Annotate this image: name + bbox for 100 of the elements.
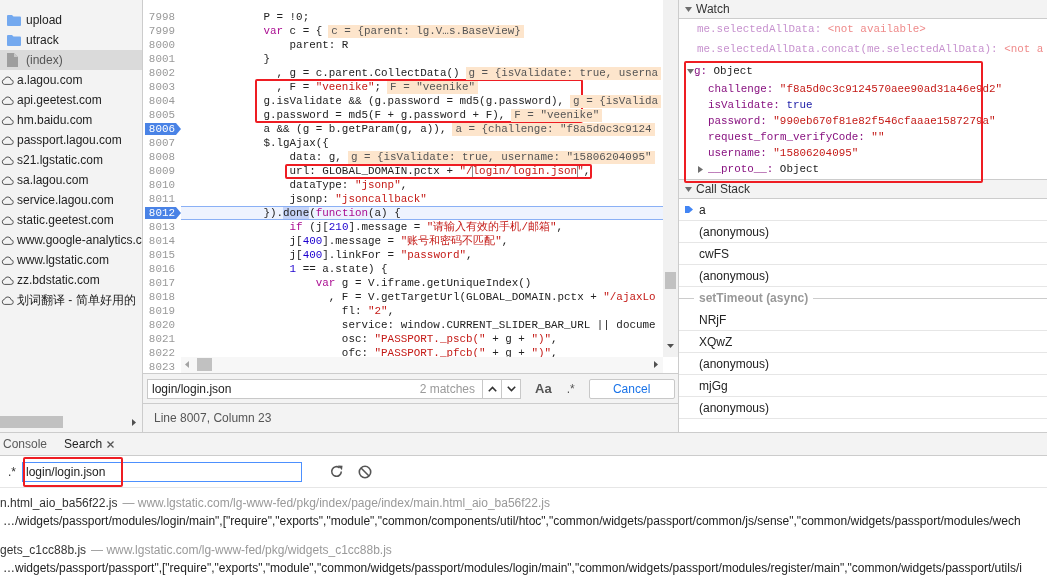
folder-icon bbox=[7, 14, 21, 26]
cloud-icon bbox=[1, 215, 14, 225]
line-number: 8023 bbox=[148, 360, 175, 373]
line-number: 8021 bbox=[148, 332, 175, 346]
tree-item[interactable]: upload bbox=[0, 10, 142, 30]
line-number: 8001 bbox=[148, 52, 175, 66]
call-frame[interactable]: a bbox=[679, 199, 1047, 221]
triangle-down-icon[interactable] bbox=[687, 68, 694, 74]
code-line: } bbox=[263, 52, 270, 66]
result-file-name[interactable]: n.html_aio_ba56f22.js bbox=[0, 494, 118, 512]
code-line: , F = V.getTargetUrl(GLOBAL_DOMAIN.pctx + "/ajaxLo bbox=[328, 290, 656, 304]
tree-item[interactable]: s21.lgstatic.com bbox=[0, 150, 142, 170]
call-frame[interactable]: (anonymous) bbox=[679, 353, 1047, 375]
code-line: url: GLOBAL_DOMAIN.pctx + "/login/login.json", bbox=[289, 164, 591, 178]
triangle-down-icon[interactable] bbox=[685, 186, 692, 192]
scrollbar[interactable] bbox=[181, 357, 663, 373]
inline-value: g = {isValidate: true, userna bbox=[465, 66, 662, 80]
call-frame[interactable]: mjGg bbox=[679, 375, 1047, 397]
object-property[interactable]: __proto__: Object bbox=[679, 161, 1047, 177]
line-number: 8007 bbox=[148, 136, 175, 150]
line-number: 8015 bbox=[148, 248, 175, 262]
close-icon[interactable] bbox=[107, 440, 115, 448]
tree-item[interactable]: www.google-analytics.c bbox=[0, 230, 142, 250]
cloud-icon bbox=[1, 235, 14, 245]
breakpoint-marker[interactable]: 8006 bbox=[145, 123, 181, 135]
call-frame[interactable]: (anonymous) bbox=[679, 397, 1047, 419]
call-frame[interactable]: (anonymous) bbox=[679, 221, 1047, 243]
line-number: 8011 bbox=[148, 192, 175, 206]
scrollbar-thumb[interactable] bbox=[0, 416, 63, 428]
tree-item[interactable]: 划词翻译 - 简单好用的 bbox=[0, 290, 142, 310]
code-line: $.lgAjax({ bbox=[263, 136, 329, 150]
code-line: parent: R bbox=[289, 38, 349, 52]
inline-value: F = "veenike" bbox=[511, 108, 603, 122]
search-result-line[interactable]: …/widgets/passport/modules/login/main",["require","exports","module","common/components/util/htoc","common/widgets/passport/common/js/sense","common/widgets/passport/modules/wech bbox=[3, 512, 1021, 530]
cloud-icon bbox=[1, 135, 14, 145]
cloud-icon bbox=[1, 155, 14, 165]
code-line: var c = { bbox=[263, 24, 323, 38]
scrollbar-thumb[interactable] bbox=[665, 272, 676, 289]
code-line: data: g, bbox=[289, 150, 342, 164]
tree-item[interactable]: service.lagou.com bbox=[0, 190, 142, 210]
call-frame[interactable]: XQwZ bbox=[679, 331, 1047, 353]
tree-item[interactable]: zz.bdstatic.com bbox=[0, 270, 142, 290]
tree-item[interactable]: sa.lagou.com bbox=[0, 170, 142, 190]
section-header[interactable]: Watch bbox=[679, 0, 1047, 19]
line-number: 8020 bbox=[148, 318, 175, 332]
refresh-icon[interactable] bbox=[330, 465, 343, 478]
tree-item[interactable]: hm.baidu.com bbox=[0, 110, 142, 130]
tree-item[interactable]: www.lgstatic.com bbox=[0, 250, 142, 270]
line-number: 8018 bbox=[148, 290, 175, 304]
cloud-icon bbox=[1, 175, 14, 185]
result-file-name[interactable]: gets_c1cc88b.js bbox=[0, 541, 87, 559]
regex-toggle[interactable]: .* bbox=[566, 379, 575, 398]
code-line: a && (g = b.getParam(g, a)), bbox=[263, 122, 447, 136]
tree-item[interactable]: passport.lagou.com bbox=[0, 130, 142, 150]
cloud-icon bbox=[1, 195, 14, 205]
code-line: j[400].message = "账号和密码不匹配", bbox=[289, 234, 509, 248]
tree-item[interactable]: utrack bbox=[0, 30, 142, 50]
search-result-line[interactable]: …widgets/passport/passport",["require","exports","module","common/widgets/passport/modules/login/main","common/widgets/passport/modules/register/main","common/widgets/passport/utils/i bbox=[3, 559, 1022, 577]
inline-value: g = {isValidate: true, username: "15806204095" bbox=[347, 150, 655, 164]
code-line: dataType: "jsonp", bbox=[289, 178, 408, 192]
code-line: P = !0; bbox=[263, 10, 310, 24]
tree-item[interactable]: api.geetest.com bbox=[0, 90, 142, 110]
tab[interactable]: Search bbox=[57, 433, 123, 455]
circle-slash-icon[interactable] bbox=[358, 464, 372, 479]
triangle-down-icon[interactable] bbox=[667, 344, 674, 348]
line-number: 8003 bbox=[148, 80, 175, 94]
call-frame[interactable]: (anonymous) bbox=[679, 265, 1047, 287]
cursor-position: Line 8007, Column 23 bbox=[154, 410, 272, 427]
scrollbar-thumb[interactable] bbox=[197, 358, 212, 371]
object-property: username: "15806204095" bbox=[707, 145, 860, 161]
tree-item[interactable]: (index) bbox=[0, 50, 142, 70]
triangle-right-icon[interactable] bbox=[132, 419, 136, 426]
line-number: 7998 bbox=[148, 10, 175, 24]
watch-expression[interactable]: g: Object bbox=[679, 62, 1047, 80]
match-case-toggle[interactable]: Aa bbox=[535, 378, 552, 399]
code-line: osc: "PASSPORT._pscb(" + g + ")", bbox=[341, 332, 558, 346]
call-frame[interactable]: NRjF bbox=[679, 309, 1047, 331]
previous-match-button[interactable] bbox=[483, 378, 502, 399]
next-match-button[interactable] bbox=[502, 378, 521, 399]
tree-item[interactable]: static.geetest.com bbox=[0, 210, 142, 230]
regex-toggle[interactable]: .* bbox=[8, 462, 16, 481]
tree-item[interactable]: a.lagou.com bbox=[0, 70, 142, 90]
triangle-right-icon[interactable] bbox=[698, 165, 703, 173]
section-header[interactable]: Call Stack bbox=[679, 179, 1047, 199]
cloud-icon bbox=[1, 75, 14, 85]
async-label: setTimeout (async) bbox=[699, 290, 809, 307]
search-field[interactable]: login/login.json bbox=[22, 461, 302, 482]
tab[interactable]: Console bbox=[0, 433, 58, 455]
code-line: g.isValidate && (g.password = md5(g.password), bbox=[263, 94, 565, 108]
folder-icon bbox=[7, 34, 21, 46]
triangle-down-icon[interactable] bbox=[685, 6, 692, 12]
call-frame[interactable]: cwFS bbox=[679, 243, 1047, 265]
scrollbar[interactable] bbox=[663, 0, 678, 357]
line-number: 8016 bbox=[148, 262, 175, 276]
cancel-button[interactable]: Cancel bbox=[588, 378, 675, 399]
breakpoint-marker[interactable]: 8012 bbox=[145, 207, 181, 219]
line-number: 8010 bbox=[148, 178, 175, 192]
inline-value: c = {parent: lg.V…s.BaseView} bbox=[328, 24, 524, 38]
cloud-icon bbox=[1, 295, 14, 305]
triangle-right-icon[interactable] bbox=[654, 361, 658, 368]
